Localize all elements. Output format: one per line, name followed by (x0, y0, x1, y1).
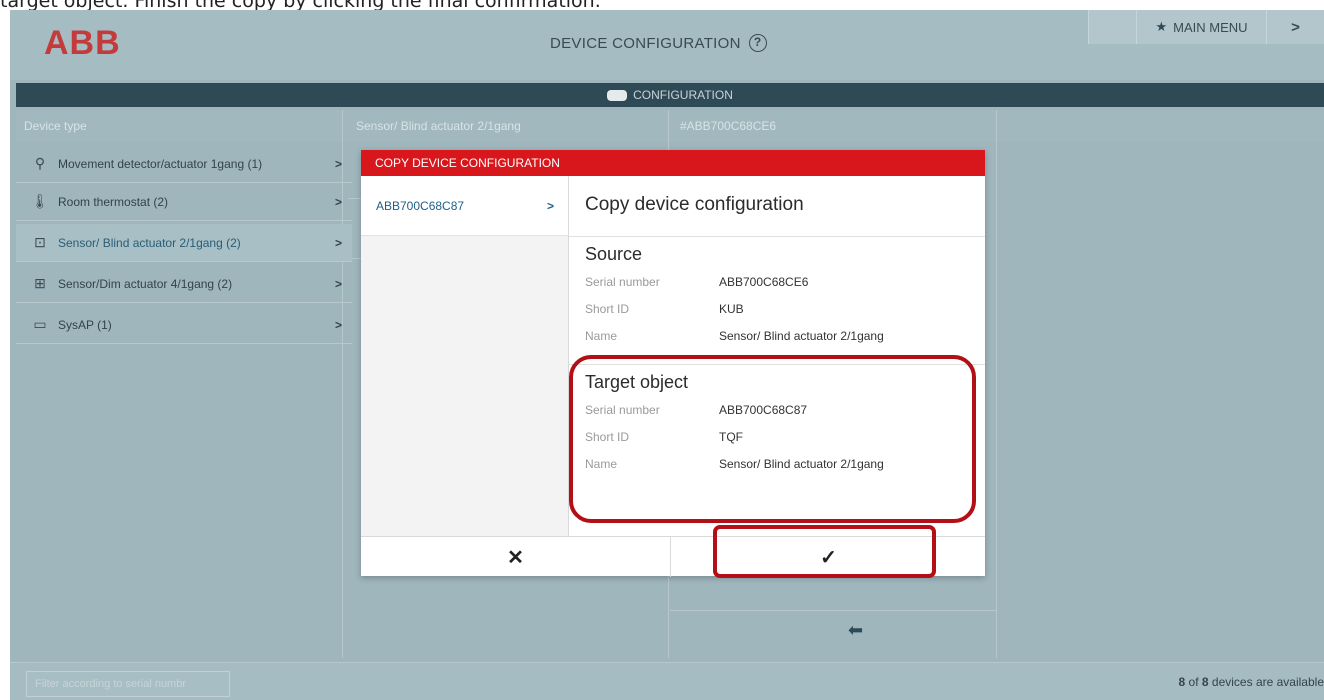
device-type-label: SysAP (1) (58, 317, 112, 332)
confirm-button-highlight (713, 525, 936, 578)
details-heading: Copy device configuration (585, 194, 804, 215)
devices-count: 8 of 8 devices are available (1179, 675, 1324, 689)
header-blank-button[interactable] (1088, 10, 1136, 44)
target-object-highlight (569, 355, 976, 523)
target-device-serial: ABB700C68C87 (376, 198, 465, 213)
footer-bar: Filter according to serial numbr 8 of 8 … (10, 662, 1324, 700)
page-title: DEVICE CONFIGURATION ? (550, 34, 767, 52)
star-icon: ★ (1155, 19, 1168, 34)
source-shortid-label: Short ID (585, 302, 630, 316)
column-middle: Sensor/ Blind actuator 2/1gang (356, 119, 521, 133)
chevron-right-icon: > (334, 276, 342, 291)
dim-actuator-icon: ⊞ (34, 275, 46, 291)
column-right: #ABB700C68CE6 (680, 119, 777, 133)
chevron-right-icon: > (546, 198, 554, 213)
source-shortid-value: KUB (719, 302, 744, 316)
device-type-label: Room thermostat (2) (58, 194, 169, 209)
column-divider (996, 110, 997, 658)
dialog-title: COPY DEVICE CONFIGURATION (361, 150, 985, 176)
devices-count-of: of (1188, 675, 1199, 689)
device-type-item-dim-actuator[interactable]: ⊞ Sensor/Dim actuator 4/1gang (2) > (16, 265, 352, 303)
serial-filter-input[interactable]: Filter according to serial numbr (26, 671, 230, 697)
chevron-right-icon: > (1291, 18, 1300, 36)
device-type-item-blind-actuator[interactable]: ⊡ Sensor/ Blind actuator 2/1gang (2) > (16, 224, 352, 262)
instruction-text: target object. Finish the copy by clicki… (0, 0, 1324, 10)
device-type-label: Movement detector/actuator 1gang (1) (58, 156, 263, 171)
dialog-target-list: ABB700C68C87 > (361, 176, 569, 536)
back-arrow-icon[interactable]: ⬅ (848, 620, 863, 641)
source-serial-value: ABB700C68CE6 (719, 275, 809, 289)
device-type-item-thermostat[interactable]: 🌡 Room thermostat (2) > (16, 183, 352, 221)
device-type-label: Sensor/Dim actuator 4/1gang (2) (58, 276, 233, 291)
source-name-value: Sensor/ Blind actuator 2/1gang (719, 329, 884, 343)
configuration-bar: CONFIGURATION (16, 83, 1324, 107)
next-button[interactable]: > (1266, 10, 1324, 44)
help-icon[interactable]: ? (748, 34, 767, 52)
target-device-item[interactable]: ABB700C68C87 > (361, 176, 568, 236)
source-serial-label: Serial number (585, 275, 660, 289)
movement-detector-icon: ⚲ (34, 155, 46, 171)
devices-count-number: 8 (1178, 675, 1186, 689)
thermostat-icon: 🌡 (31, 193, 49, 209)
chevron-right-icon: > (334, 317, 342, 332)
device-type-label: Sensor/ Blind actuator 2/1gang (2) (58, 235, 241, 250)
column-device-type: Device type (24, 119, 87, 133)
blind-actuator-icon: ⊡ (34, 234, 46, 250)
cancel-button[interactable]: ✕ (361, 537, 671, 577)
configuration-label: CONFIGURATION (633, 88, 733, 102)
page-title-text: DEVICE CONFIGURATION (550, 34, 741, 52)
abb-logo: ABB (44, 24, 121, 62)
source-title: Source (585, 244, 643, 264)
chevron-right-icon: > (334, 156, 342, 171)
device-type-item-sysap[interactable]: ▭ SysAP (1) > (16, 306, 352, 344)
devices-count-total: 8 (1201, 675, 1209, 689)
header: ABB DEVICE CONFIGURATION ? ★ MAIN MENU > (10, 10, 1324, 80)
column-headers: Device type Sensor/ Blind actuator 2/1ga… (16, 110, 1324, 142)
device-type-item-movement[interactable]: ⚲ Movement detector/actuator 1gang (1) > (16, 145, 352, 183)
main-menu-button[interactable]: ★ MAIN MENU (1136, 10, 1266, 44)
configuration-icon (607, 89, 628, 101)
source-name-label: Name (585, 329, 618, 343)
chevron-right-icon: > (334, 235, 342, 250)
sysap-icon: ▭ (33, 316, 47, 332)
chevron-right-icon: > (334, 194, 342, 209)
close-icon: ✕ (507, 546, 524, 569)
devices-count-suffix: devices are available (1211, 675, 1324, 689)
main-menu-label: MAIN MENU (1173, 19, 1248, 35)
divider (569, 236, 985, 237)
divider (670, 610, 996, 611)
